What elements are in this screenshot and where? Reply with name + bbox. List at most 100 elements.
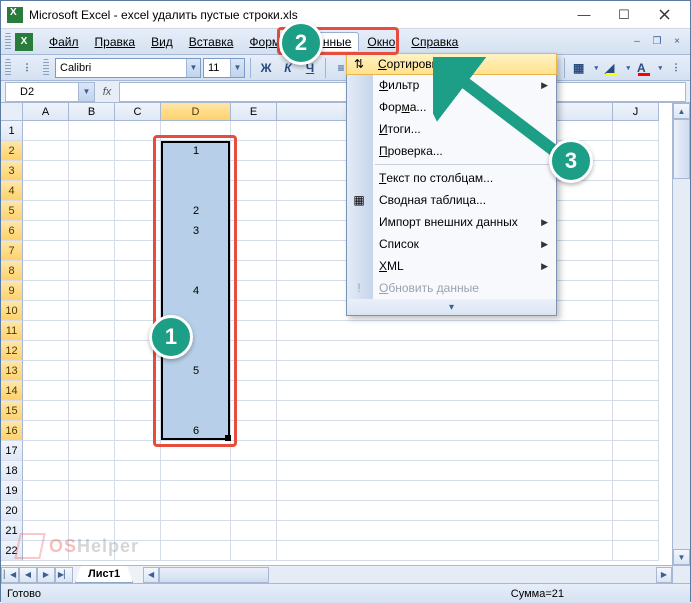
sheet-tab[interactable]: Лист1 [75,566,133,583]
toolbar-overflow-button[interactable]: ⋮ [666,58,686,78]
row-header[interactable]: 12 [1,341,23,361]
cell[interactable] [277,341,613,361]
cell[interactable] [23,441,69,461]
sheet-nav-last[interactable]: ▶▏ [55,567,73,583]
row-header[interactable]: 13 [1,361,23,381]
scroll-left-button[interactable]: ◀ [143,567,159,583]
row-header[interactable]: 19 [1,481,23,501]
cell[interactable] [23,381,69,401]
sheet-nav-next[interactable]: ▶ [37,567,55,583]
cell[interactable] [231,421,277,441]
row-header[interactable]: 1 [1,121,23,141]
cell[interactable] [69,241,115,261]
cell[interactable] [23,181,69,201]
cell[interactable] [115,121,161,141]
cell[interactable] [231,201,277,221]
cell[interactable] [161,441,231,461]
menu-item[interactable]: Импорт внешних данных▶ [347,211,556,233]
cell[interactable] [277,421,613,441]
cell[interactable] [23,421,69,441]
menu-edit[interactable]: Правка [87,32,144,52]
toolbar-options-button[interactable]: ⋮ [17,58,37,78]
row-header[interactable]: 15 [1,401,23,421]
menu-item[interactable]: XML▶ [347,255,556,277]
menu-help[interactable]: Справка [403,32,466,52]
cell[interactable] [23,141,69,161]
font-size-combo[interactable]: ▼ [203,58,245,78]
cell[interactable] [115,461,161,481]
cell[interactable] [69,301,115,321]
cell[interactable] [23,121,69,141]
cell[interactable] [115,221,161,241]
cell[interactable] [231,401,277,421]
font-family-input[interactable] [56,59,186,77]
menubar-grip[interactable] [5,33,11,51]
cell[interactable] [23,361,69,381]
cell[interactable] [115,421,161,441]
toolbar-grip[interactable] [5,59,11,77]
chevron-down-icon[interactable]: ▼ [230,59,244,77]
cell[interactable] [23,401,69,421]
cell[interactable] [231,221,277,241]
cell[interactable] [613,541,659,561]
doc-minimize-button[interactable]: – [628,35,646,49]
column-header[interactable]: D [161,103,231,121]
doc-close-button[interactable]: × [668,35,686,49]
row-header[interactable]: 14 [1,381,23,401]
cell[interactable] [115,441,161,461]
row-header[interactable]: 18 [1,461,23,481]
scroll-up-button[interactable]: ▲ [673,103,690,119]
cell[interactable] [613,441,659,461]
cell[interactable] [69,141,115,161]
row-header[interactable]: 5 [1,201,23,221]
font-color-button[interactable]: A [634,58,664,78]
column-header[interactable]: J [613,103,659,121]
cell[interactable] [613,421,659,441]
cell[interactable] [613,341,659,361]
row-header[interactable]: 3 [1,161,23,181]
cell[interactable] [231,261,277,281]
select-all-corner[interactable] [1,103,23,121]
cell[interactable] [161,481,231,501]
cell[interactable] [115,501,161,521]
cell[interactable] [613,361,659,381]
cell[interactable] [115,141,161,161]
row-header[interactable]: 11 [1,321,23,341]
column-header[interactable]: A [23,103,69,121]
row-header[interactable]: 2 [1,141,23,161]
cell[interactable] [231,361,277,381]
cell[interactable] [23,461,69,481]
cell[interactable] [613,221,659,241]
hscroll-thumb[interactable] [159,567,269,583]
cell[interactable] [69,501,115,521]
row-header[interactable]: 4 [1,181,23,201]
fx-button[interactable]: fx [95,86,119,98]
cell[interactable] [69,221,115,241]
fill-color-button[interactable]: ◢ [602,58,632,78]
cell[interactable] [613,501,659,521]
cell[interactable] [613,201,659,221]
cell[interactable] [231,481,277,501]
cell[interactable] [277,501,613,521]
row-header[interactable]: 10 [1,301,23,321]
menu-file[interactable]: Файл [41,32,87,52]
cell[interactable] [231,521,277,541]
maximize-button[interactable]: ☐ [604,3,644,27]
toolbar-grip-2[interactable] [43,59,49,77]
cell[interactable] [277,461,613,481]
cell[interactable] [613,261,659,281]
cell[interactable] [115,181,161,201]
column-header[interactable]: B [69,103,115,121]
cell[interactable] [23,161,69,181]
menu-view[interactable]: Вид [143,32,181,52]
row-header[interactable]: 6 [1,221,23,241]
cell[interactable] [231,241,277,261]
cell[interactable] [23,221,69,241]
cell[interactable] [613,381,659,401]
row-header[interactable]: 8 [1,261,23,281]
cell[interactable] [231,121,277,141]
menu-window[interactable]: Окно [359,32,403,52]
cell[interactable] [23,301,69,321]
cell[interactable] [231,341,277,361]
cell[interactable] [115,161,161,181]
